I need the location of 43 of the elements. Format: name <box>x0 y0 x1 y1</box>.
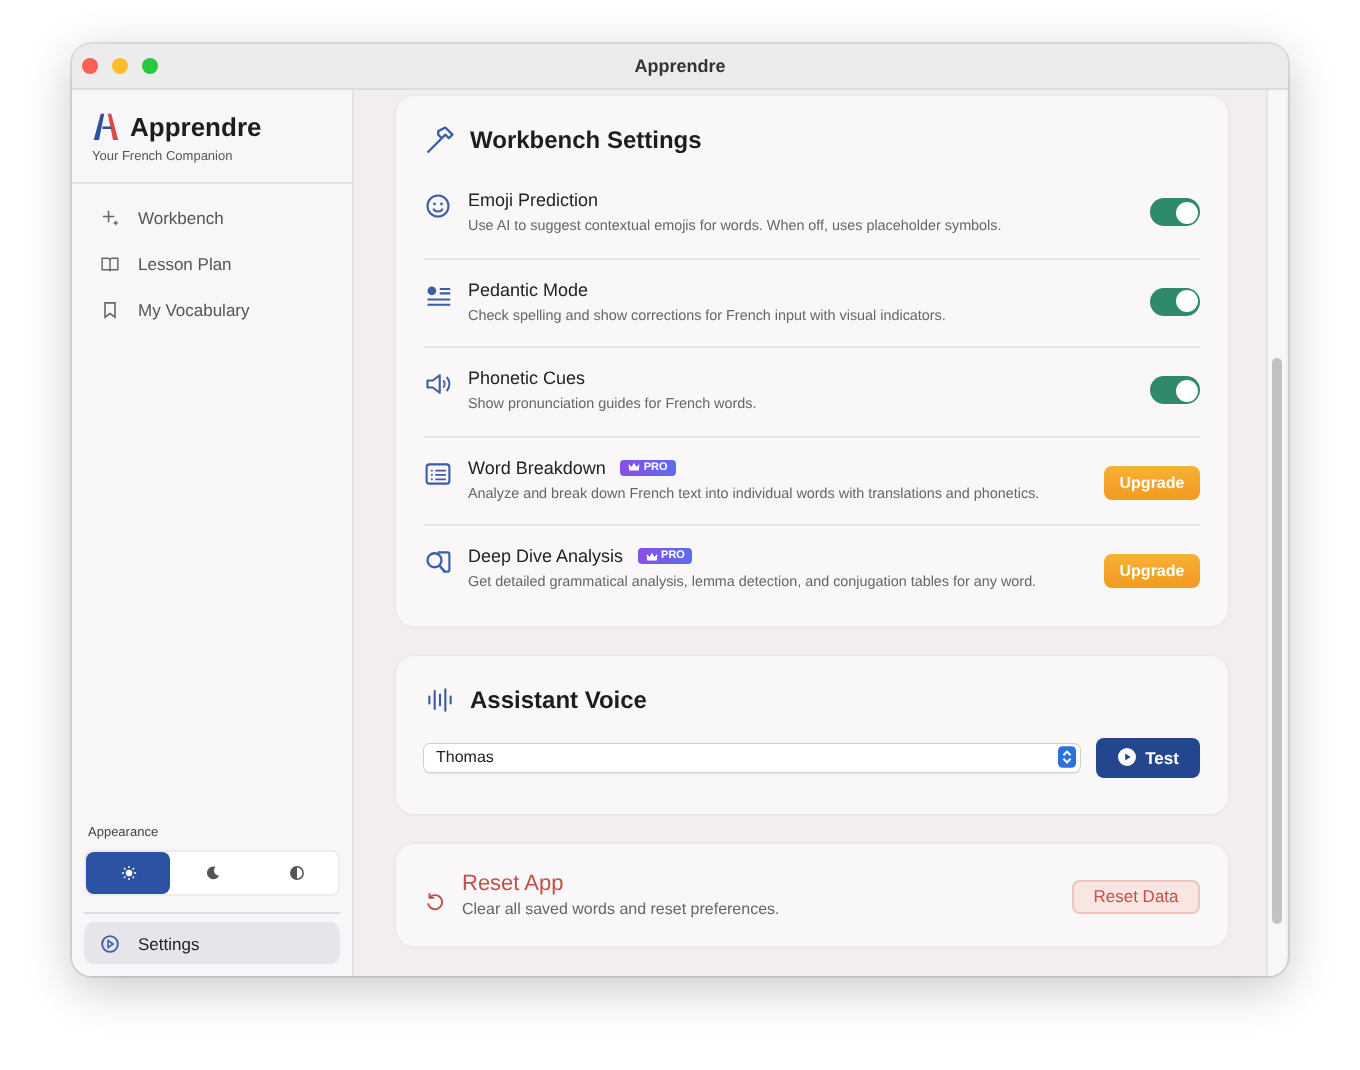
waveform-icon <box>424 683 456 715</box>
scrollbar[interactable] <box>1266 90 1286 976</box>
sparkle-icon <box>100 208 120 228</box>
nav-item[interactable]: My Vocabulary <box>84 290 340 330</box>
section-title: Assistant Voice <box>470 685 647 713</box>
setting-title: Phonetic Cues <box>468 368 586 388</box>
setting-title: Pedantic Mode <box>468 279 589 299</box>
hammer-icon <box>424 124 456 156</box>
list-icon <box>424 459 452 487</box>
logo-icon <box>92 110 120 142</box>
voice-dropdown[interactable]: Thomas <box>424 743 1080 771</box>
sun-icon <box>119 864 137 882</box>
play-icon <box>1117 748 1136 766</box>
close-button[interactable] <box>82 58 98 74</box>
half-circle-icon <box>287 864 305 882</box>
magnifier-page-icon <box>424 548 452 576</box>
bookmark-icon <box>100 300 120 320</box>
toggle-switch[interactable] <box>1150 287 1200 315</box>
book-icon <box>100 254 120 274</box>
section-title: Workbench Settings <box>470 126 702 154</box>
window-title: Apprendre <box>634 56 726 76</box>
scrollbar-thumb[interactable] <box>1272 358 1282 924</box>
smiley-icon <box>424 192 452 220</box>
toggle-switch[interactable] <box>1150 376 1200 404</box>
checklist-icon <box>424 281 452 309</box>
app-title: Apprendre <box>130 111 262 141</box>
setting-title: Emoji Prediction <box>468 190 599 210</box>
reset-icon <box>424 889 446 911</box>
reset-data-button[interactable]: Reset Data <box>1072 879 1200 913</box>
reset-title: Reset App <box>462 871 564 895</box>
test-button[interactable]: Test <box>1096 737 1200 777</box>
toggle-switch[interactable] <box>1150 198 1200 226</box>
play-circle-icon <box>100 933 120 953</box>
setting-title: Deep Dive Analysis <box>468 546 624 566</box>
nav-item[interactable]: Workbench <box>84 198 340 238</box>
stepper-icon <box>1058 746 1076 768</box>
appearance-option[interactable] <box>86 852 170 894</box>
speaker-icon <box>424 370 452 398</box>
settings-item[interactable]: Settings <box>84 922 340 964</box>
moon-icon <box>203 864 221 882</box>
setting-title: Word Breakdown <box>468 457 606 477</box>
reset-description: Clear all saved words and reset preferences. <box>462 899 780 917</box>
nav-item[interactable]: Lesson Plan <box>84 244 340 284</box>
